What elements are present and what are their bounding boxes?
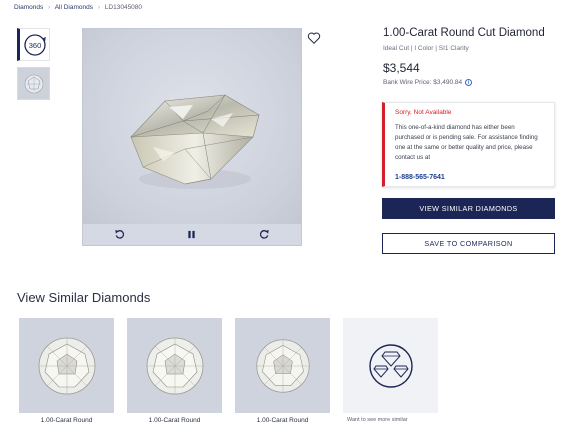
support-phone-link[interactable]: 1-888-565-7641: [395, 174, 545, 181]
similar-diamond-card[interactable]: 1.00-Carat Round: [19, 318, 114, 426]
availability-alert: Sorry, Not Available This one-of-a-kind …: [382, 102, 555, 187]
breadcrumb-separator: ›: [97, 4, 100, 11]
bank-wire-price: Bank Wire Price: $3,490.84 i: [383, 79, 473, 86]
pause-icon: [188, 230, 196, 239]
info-icon[interactable]: i: [465, 79, 473, 86]
round-diamond-illustration: [38, 337, 95, 394]
heart-icon: [307, 32, 321, 44]
see-more-similar-card[interactable]: Want to see more similar: [343, 318, 438, 426]
round-diamond-illustration: [146, 337, 203, 394]
rotate-right-icon: [260, 229, 269, 239]
similar-diamond-label: 1.00-Carat Round: [40, 417, 93, 424]
breadcrumb: Diamonds › All Diamonds › LD13045080: [14, 4, 142, 11]
favorite-button[interactable]: [307, 31, 321, 45]
see-more-label: Want to see more similar: [347, 417, 408, 423]
breadcrumb-all-diamonds[interactable]: All Diamonds: [55, 4, 93, 11]
breadcrumb-current-sku: LD13045080: [104, 4, 143, 11]
similar-diamond-card[interactable]: 1.00-Carat Round: [127, 318, 222, 426]
product-specs: Ideal Cut | I Color | SI1 Clarity: [383, 45, 469, 52]
rotate-left-icon: [115, 229, 124, 239]
diamond-illustration: [130, 94, 260, 189]
round-diamond-illustration: [255, 338, 310, 393]
bank-wire-price-text: Bank Wire Price: $3,490.84: [383, 79, 463, 86]
pause-button[interactable]: [183, 227, 201, 243]
similar-diamond-card[interactable]: 1.00-Carat Round: [235, 318, 330, 426]
product-price: $3,544: [383, 61, 420, 75]
similar-diamond-label: 1.00-Carat Round: [148, 417, 201, 424]
viewer-controls: [83, 224, 301, 245]
thumbnail-360-view[interactable]: 360: [17, 28, 50, 61]
thumbnail-diamond-image[interactable]: [17, 67, 50, 100]
view-similar-diamonds-button[interactable]: VIEW SIMILAR DIAMONDS: [382, 198, 555, 219]
360-view-icon: 360: [23, 33, 46, 56]
diamond-thumbnail-icon: [24, 74, 43, 93]
similar-diamond-label: 1.00-Carat Round: [256, 417, 309, 424]
see-more-image: [343, 318, 438, 413]
diamonds-cluster-icon: [368, 343, 413, 388]
save-to-comparison-button[interactable]: SAVE TO COMPARISON: [382, 233, 555, 254]
breadcrumb-separator: ›: [48, 4, 51, 11]
similar-diamond-image: [19, 318, 114, 413]
thumbnail-360-label: 360: [28, 40, 41, 49]
product-title: 1.00-Carat Round Cut Diamond: [383, 27, 545, 39]
rotate-right-button[interactable]: [256, 227, 274, 243]
alert-body: This one-of-a-kind diamond has either be…: [395, 124, 538, 161]
rotate-left-button[interactable]: [110, 227, 128, 243]
diamond-360-viewer[interactable]: [82, 28, 302, 246]
diamond-image: [83, 29, 301, 226]
alert-title: Sorry, Not Available: [395, 109, 452, 116]
breadcrumb-diamonds[interactable]: Diamonds: [14, 4, 43, 11]
similar-diamond-image: [127, 318, 222, 413]
similar-diamond-image: [235, 318, 330, 413]
similar-diamonds-heading: View Similar Diamonds: [17, 290, 151, 305]
